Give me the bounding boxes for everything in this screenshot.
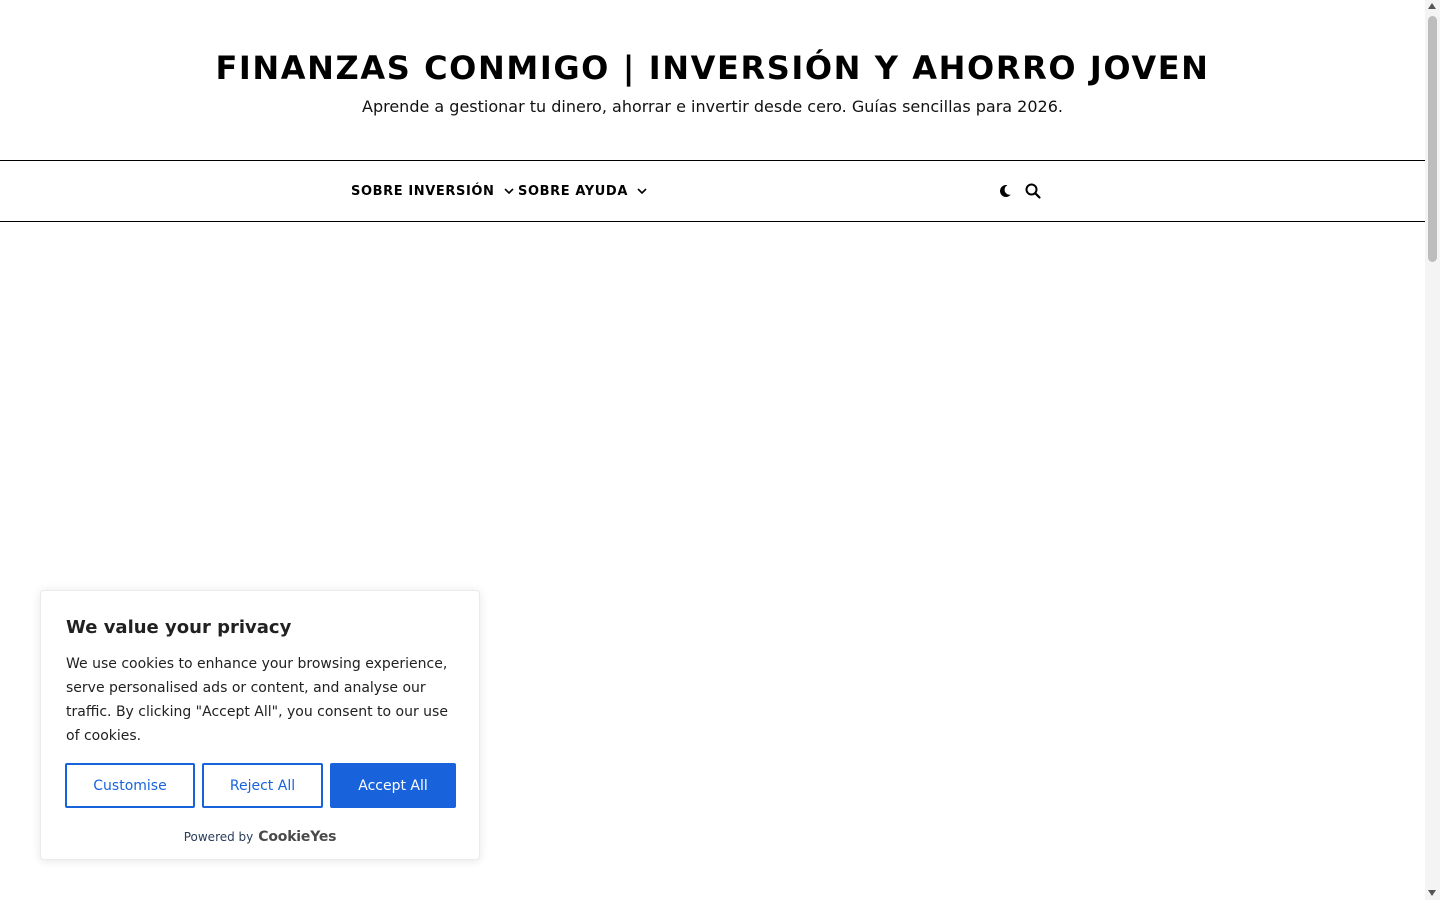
nav-item-label: SOBRE AYUDA [518,183,628,199]
nav-item-label: SOBRE INVERSIÓN [351,183,495,199]
powered-by: Powered by CookieYes [41,829,479,845]
main-navigation: SOBRE INVERSIÓN SOBRE AYUDA [0,160,1425,222]
site-header: FINANZAS CONMIGO | INVERSIÓN Y AHORRO JO… [0,0,1425,160]
site-title[interactable]: FINANZAS CONMIGO | INVERSIÓN Y AHORRO JO… [0,48,1425,88]
cookie-banner-title: We value your privacy [66,617,292,638]
scrollbar-thumb[interactable] [1428,16,1437,262]
page: FINANZAS CONMIGO | INVERSIÓN Y AHORRO JO… [0,0,1440,900]
cookie-banner-description: We use cookies to enhance your browsing … [66,656,448,744]
nav-item-sobre-inversion[interactable]: SOBRE INVERSIÓN [351,181,515,201]
cookie-consent-banner: We value your privacy We use cookies to … [40,590,480,860]
moon-icon[interactable] [996,182,1014,200]
search-icon[interactable] [1024,182,1042,200]
powered-by-label: Powered by [183,830,254,844]
customise-button[interactable]: Customise [65,763,195,808]
reject-all-button[interactable]: Reject All [202,763,323,808]
accept-all-button[interactable]: Accept All [330,763,456,808]
scroll-down-arrow-icon[interactable] [1428,890,1436,896]
chevron-down-icon [637,188,647,195]
cookieyes-logo[interactable]: CookieYes [258,829,336,845]
scroll-up-arrow-icon[interactable] [1428,3,1436,9]
chevron-down-icon [503,188,514,195]
nav-item-sobre-ayuda[interactable]: SOBRE AYUDA [518,181,648,201]
site-tagline: Aprende a gestionar tu dinero, ahorrar e… [362,97,1063,116]
vertical-scrollbar[interactable] [1425,0,1440,900]
